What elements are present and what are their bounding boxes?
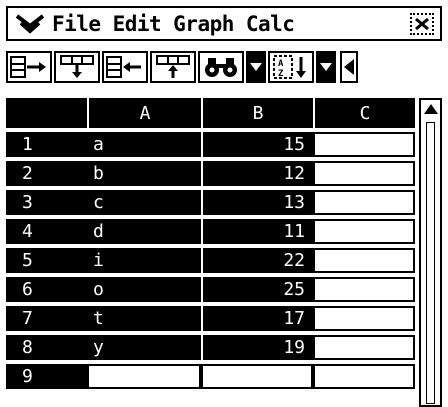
cell-c3[interactable] [313, 190, 415, 215]
vertical-scrollbar[interactable] [419, 98, 442, 407]
column-header-c[interactable]: C [313, 98, 415, 128]
cell-a1[interactable]: a [87, 132, 201, 157]
close-icon[interactable] [410, 13, 434, 35]
cell-a2[interactable]: b [87, 161, 201, 186]
table-row: 1 a 15 [6, 132, 415, 157]
cell-b8[interactable]: 19 [201, 335, 313, 360]
cell-b6[interactable]: 25 [201, 277, 313, 302]
cell-c9[interactable] [313, 364, 415, 389]
column-header-a[interactable]: A [87, 98, 201, 128]
row-header-9[interactable]: 9 [6, 364, 87, 389]
table-row: 6 o 25 [6, 277, 415, 302]
cell-a7[interactable]: t [87, 306, 201, 331]
sort-az-icon[interactable]: A Z [268, 51, 314, 83]
cell-b9[interactable] [201, 364, 313, 389]
cell-b4[interactable]: 11 [201, 219, 313, 244]
table-row: 7 t 17 [6, 306, 415, 331]
table-row: 5 i 22 [6, 248, 415, 273]
insert-row-right-icon[interactable] [6, 51, 52, 83]
svg-text:Z: Z [278, 69, 284, 79]
cell-c2[interactable] [313, 161, 415, 186]
svg-text:A: A [278, 59, 284, 69]
binoculars-search-icon[interactable] [198, 51, 244, 83]
cell-b7[interactable]: 17 [201, 306, 313, 331]
menu-edit[interactable]: Edit [113, 12, 162, 36]
double-chevron-down-icon[interactable] [8, 8, 52, 39]
column-header-b[interactable]: B [201, 98, 313, 128]
triangle-down-icon[interactable] [316, 51, 336, 83]
triangle-down-icon[interactable] [246, 51, 266, 83]
cell-a9[interactable] [87, 364, 201, 389]
cell-a4[interactable]: d [87, 219, 201, 244]
row-header-7[interactable]: 7 [6, 306, 87, 331]
table-row: 9 [6, 364, 415, 389]
cell-c6[interactable] [313, 277, 415, 302]
delete-row-left-icon[interactable] [102, 51, 148, 83]
table-row: 2 b 12 [6, 161, 415, 186]
cell-a5[interactable]: i [87, 248, 201, 273]
cell-c7[interactable] [313, 306, 415, 331]
cell-c1[interactable] [313, 132, 415, 157]
scroll-track[interactable] [426, 122, 435, 404]
cell-b2[interactable]: 12 [201, 161, 313, 186]
cell-c4[interactable] [313, 219, 415, 244]
toolbar: A Z [6, 50, 442, 84]
cell-a8[interactable]: y [87, 335, 201, 360]
row-header-4[interactable]: 4 [6, 219, 87, 244]
cell-a3[interactable]: c [87, 190, 201, 215]
row-header-8[interactable]: 8 [6, 335, 87, 360]
menu-calc[interactable]: Calc [246, 12, 295, 36]
row-header-6[interactable]: 6 [6, 277, 87, 302]
table-row: 4 d 11 [6, 219, 415, 244]
cell-c8[interactable] [313, 335, 415, 360]
cell-b1[interactable]: 15 [201, 132, 313, 157]
menu-file[interactable]: File [52, 12, 101, 36]
cell-b5[interactable]: 22 [201, 248, 313, 273]
insert-col-down-icon[interactable] [54, 51, 100, 83]
table-header-row: A B C [6, 98, 415, 128]
spreadsheet-screen: File Edit Graph Calc A Z A B C 1 a 15 2 … [0, 0, 448, 407]
menu-graph[interactable]: Graph [173, 12, 234, 36]
scroll-up-icon[interactable] [421, 100, 440, 118]
row-header-1[interactable]: 1 [6, 132, 87, 157]
triangle-left-icon[interactable] [340, 51, 358, 83]
corner-cell[interactable] [6, 98, 87, 128]
cell-a6[interactable]: o [87, 277, 201, 302]
table-row: 8 y 19 [6, 335, 415, 360]
delete-col-up-icon[interactable] [150, 51, 196, 83]
row-header-2[interactable]: 2 [6, 161, 87, 186]
row-header-5[interactable]: 5 [6, 248, 87, 273]
spreadsheet-table: A B C 1 a 15 2 b 12 3 c 13 4 d 11 5 i 22… [6, 98, 415, 407]
cell-c5[interactable] [313, 248, 415, 273]
cell-b3[interactable]: 13 [201, 190, 313, 215]
menu-bar: File Edit Graph Calc [6, 6, 442, 41]
table-row: 3 c 13 [6, 190, 415, 215]
row-header-3[interactable]: 3 [6, 190, 87, 215]
